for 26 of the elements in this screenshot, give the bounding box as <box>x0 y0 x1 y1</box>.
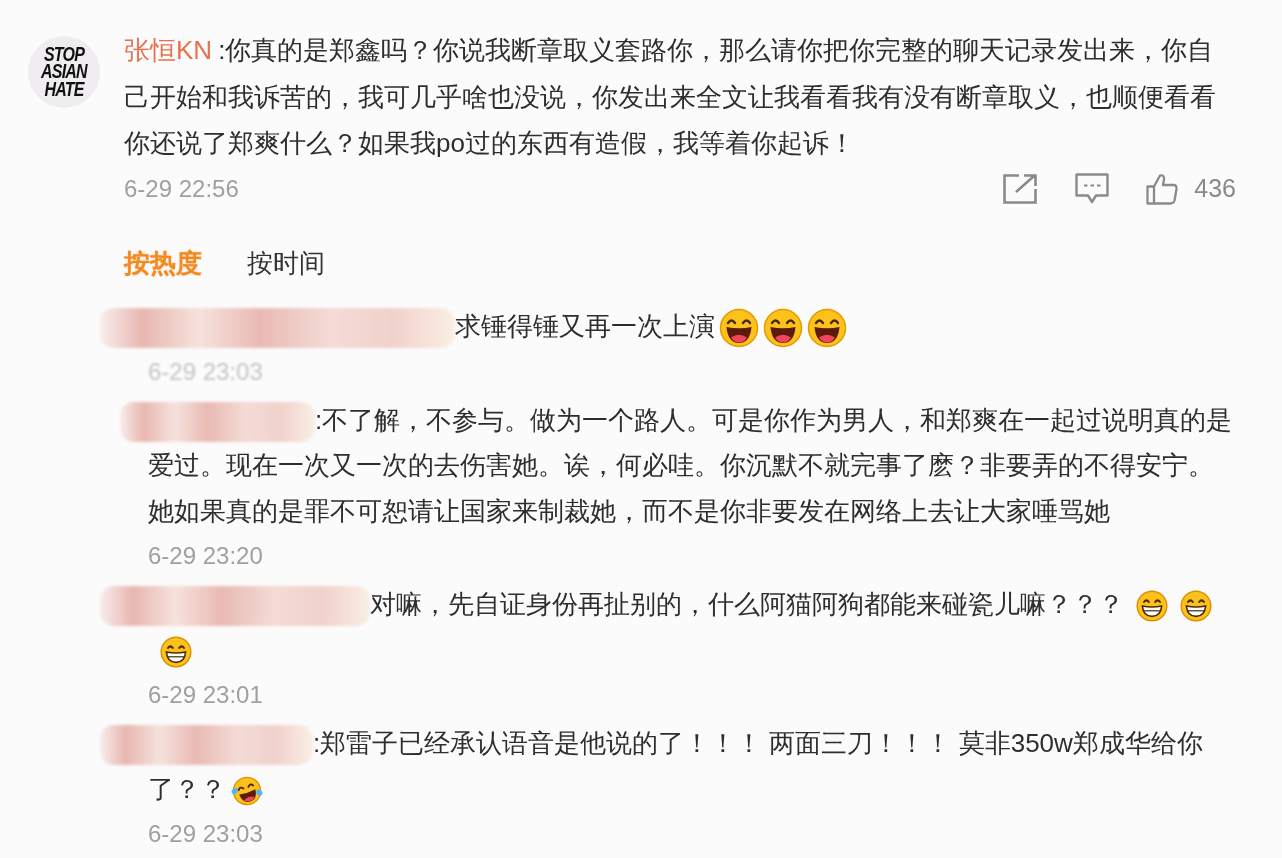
timestamp: 6-29 23:01 <box>148 680 263 710</box>
laughing-face-icon <box>719 308 759 349</box>
like-button[interactable]: 436 <box>1146 172 1236 205</box>
timestamp: 6-29 23:03 <box>148 819 263 849</box>
sort-tab[interactable]: 按热度 <box>124 243 202 283</box>
timestamp: 6-29 23:20 <box>148 541 263 571</box>
comment-icon <box>1075 172 1110 205</box>
laughing-face-icon <box>807 308 847 349</box>
timestamp: 6-29 22:56 <box>124 174 239 203</box>
comment-button[interactable] <box>1075 172 1110 205</box>
share-icon <box>1002 172 1039 205</box>
avatar[interactable]: STOP ASIAN HATE <box>28 36 100 108</box>
reply-text: 对嘛，先自证身份再扯别的，什么阿猫阿狗都能来碰瓷儿嘛？？？ <box>370 589 1124 619</box>
grinning-face-icon <box>1136 590 1168 623</box>
share-button[interactable] <box>1002 172 1039 205</box>
grinning-face-icon <box>160 635 192 668</box>
reply-text: 求锤得锤又再一次上演 <box>455 311 715 341</box>
avatar-text: STOP ASIAN HATE <box>41 45 87 99</box>
thumbs-up-icon <box>1146 172 1179 205</box>
username-link[interactable]: 张恒KN <box>124 35 213 65</box>
reply-text: :郑雷子已经承认语音是他说的了！！！ 两面三刀！！！ 莫非350w郑成华给你了？？ <box>148 728 1203 804</box>
grinning-face-icon <box>1180 590 1212 623</box>
sort-tab[interactable]: 按时间 <box>247 243 325 283</box>
laughing-face-icon <box>763 308 803 349</box>
reply-text: :不了解，不参与。做为一个路人。可是你作为男人，和郑爽在一起过说明真的是爱过。现在一次又一次的去伤害她。诶，何必哇。你沉默不就完事了麽？非要弄的不得安宁。她如果真的是罪不可恕请让国家来制裁她，而不是你非要发在网络上去让大家唾骂她 <box>148 404 1233 526</box>
comment-text: 张恒KN :你真的是郑鑫吗？你说我断章取义套路你，那么请你把你完整的聊天记录发出来，你自己开始和我诉苦的，我可几乎啥也没说，你发出来全文让我看看我有没有断章取义，也顺便看看你还说了郑爽什么？如果我po过的东西有造假，我等着你起诉！ <box>124 34 1217 160</box>
